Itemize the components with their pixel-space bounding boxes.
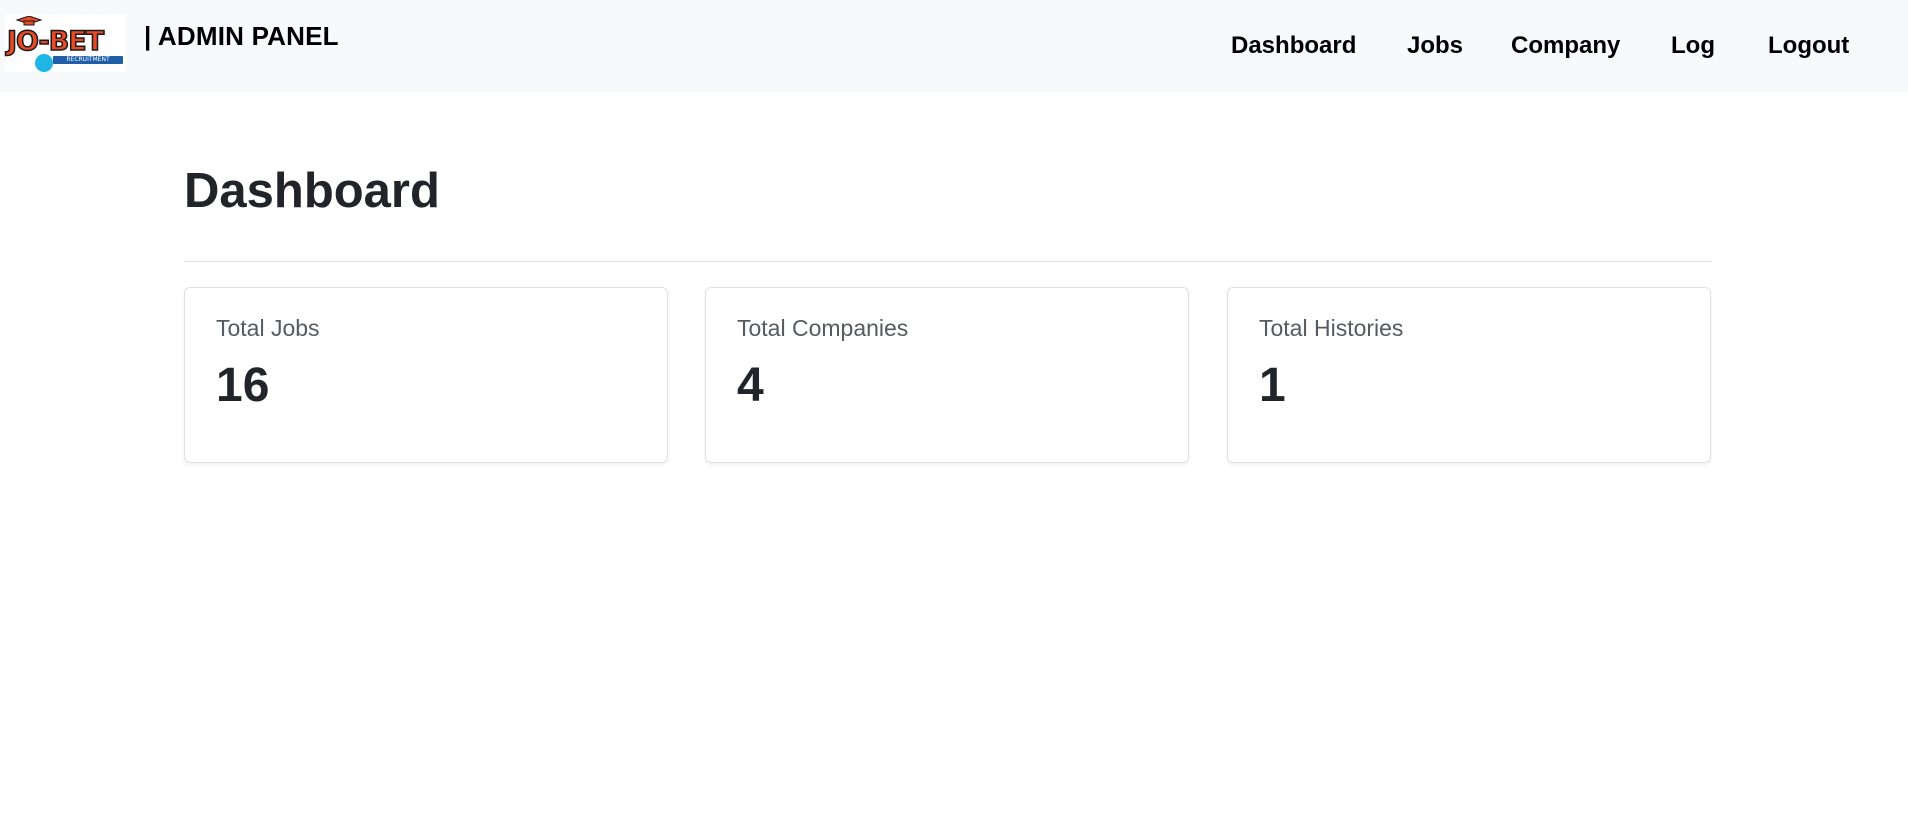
top-navbar: JO-BET RECRUITMENT | ADMIN PANEL Dashboa… (0, 0, 1908, 92)
brand-link[interactable]: JO-BET RECRUITMENT | ADMIN PANEL (5, 14, 339, 72)
jobet-logo: JO-BET RECRUITMENT (5, 14, 126, 72)
nav-link-logout[interactable]: Logout (1768, 32, 1849, 60)
stat-card-total-companies: Total Companies 4 (705, 287, 1189, 463)
page-title: Dashboard (184, 164, 440, 218)
graduation-cap-icon (15, 16, 43, 26)
stat-card-total-histories: Total Histories 1 (1227, 287, 1711, 463)
logo-wordmark: JO-BET (6, 26, 105, 57)
nav-link-company[interactable]: Company (1511, 32, 1620, 60)
stat-label: Total Histories (1259, 315, 1404, 341)
stat-value: 4 (737, 359, 764, 412)
logo-dot (35, 54, 53, 72)
brand-title: | ADMIN PANEL (144, 20, 339, 51)
stat-label: Total Jobs (216, 315, 320, 341)
logo-tagline: RECRUITMENT (53, 56, 123, 64)
title-divider (184, 261, 1712, 262)
stat-value: 16 (216, 359, 270, 412)
nav-link-log[interactable]: Log (1671, 32, 1715, 60)
stat-value: 1 (1259, 359, 1286, 412)
stat-card-total-jobs: Total Jobs 16 (184, 287, 668, 463)
nav-link-dashboard[interactable]: Dashboard (1231, 32, 1356, 60)
nav-link-jobs[interactable]: Jobs (1407, 32, 1463, 60)
stat-label: Total Companies (737, 315, 909, 341)
